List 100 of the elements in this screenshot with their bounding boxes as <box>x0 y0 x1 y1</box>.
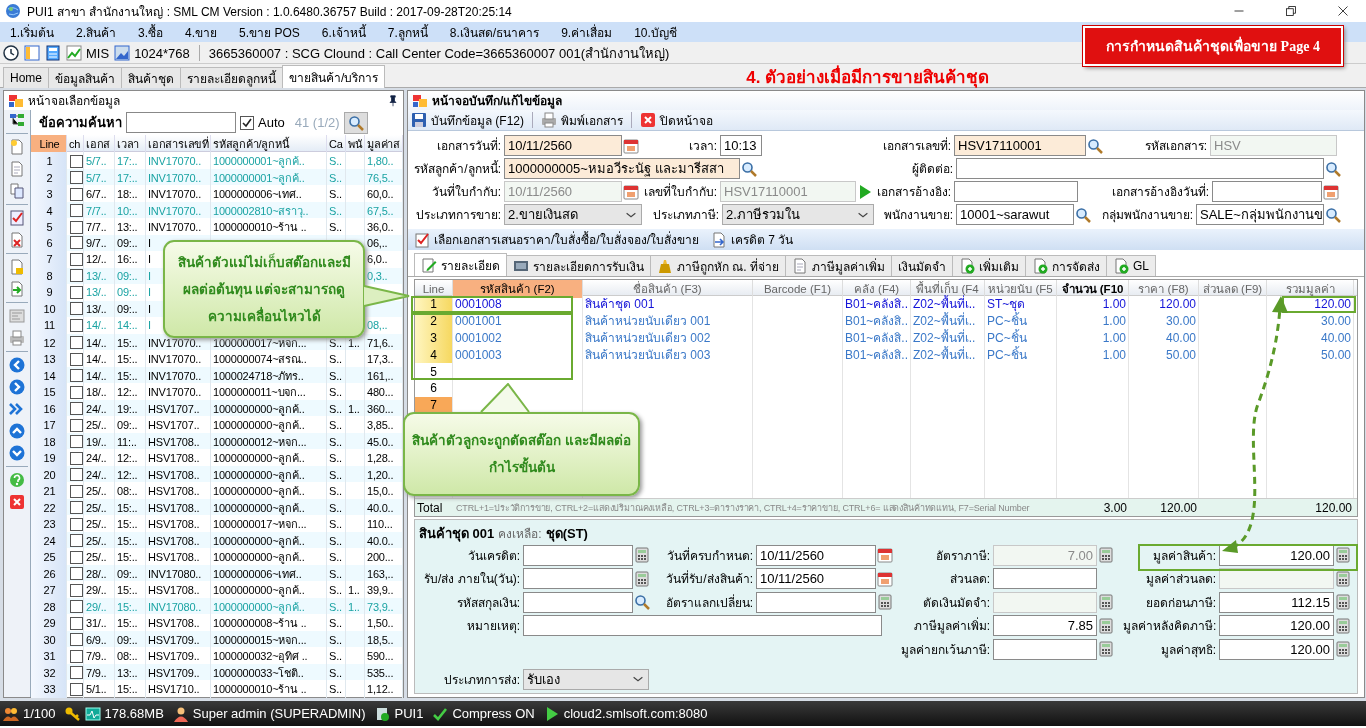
menu-item[interactable]: 7.ลูกหนี้ <box>387 22 428 42</box>
column-header[interactable]: ราคา (F8) <box>1129 280 1199 299</box>
toolbar-button[interactable]: 1024*768 <box>114 45 190 61</box>
input-field[interactable]: 10001~sarawut <box>956 204 1074 226</box>
row-checkbox[interactable] <box>69 402 83 415</box>
row-checkbox[interactable] <box>69 649 83 663</box>
tab[interactable]: Home <box>3 67 49 88</box>
row-checkbox[interactable] <box>69 682 83 696</box>
calculator-button[interactable] <box>1334 591 1352 613</box>
toolbar-button[interactable]: ปิดหน้าจอ <box>640 110 713 130</box>
menu-item[interactable]: 8.เงินสด/ธนาคาร <box>449 22 540 42</box>
input-field[interactable] <box>1212 181 1322 203</box>
calculator-button[interactable] <box>1334 568 1352 590</box>
tree-button[interactable] <box>9 112 25 128</box>
input-field[interactable]: 112.15 <box>1219 591 1334 613</box>
checklist-button[interactable] <box>9 210 25 226</box>
row-checkbox[interactable] <box>69 385 83 399</box>
row-checkbox[interactable] <box>69 616 83 630</box>
row-checkbox[interactable] <box>69 204 83 217</box>
input-field[interactable]: HSV17110001 <box>954 135 1086 157</box>
row-checkbox[interactable] <box>69 220 83 234</box>
column-header[interactable]: รหัสลูกค้า/ลูกหนี้ <box>211 135 327 153</box>
tab[interactable]: ข้อมูลสินค้า <box>48 67 122 88</box>
search-field[interactable] <box>126 112 236 133</box>
tab[interactable]: ภาษีมูลค่าเพิ่ม <box>785 255 892 277</box>
tab[interactable]: รายละเอียด <box>414 253 507 277</box>
row-checkbox[interactable] <box>69 154 83 168</box>
back-button[interactable] <box>9 357 25 373</box>
input-field[interactable]: 10:13 <box>720 135 762 157</box>
auto-checkbox[interactable]: Auto <box>240 115 285 130</box>
row-checkbox[interactable] <box>69 336 83 349</box>
input-field[interactable] <box>523 591 633 613</box>
tab[interactable]: ภาษีถูกหัก ณ. ที่จ่าย <box>650 255 786 277</box>
calculator-button[interactable] <box>1334 638 1352 660</box>
row-checkbox[interactable] <box>69 236 83 250</box>
copy-button[interactable] <box>9 183 25 199</box>
column-header[interactable]: เอกสารเลขที่ <box>146 135 211 153</box>
dropdown[interactable]: 2.ขายเงินสด <box>504 204 642 226</box>
dropdown[interactable]: 2.ภาษีรวมใน <box>722 204 874 226</box>
column-header[interactable]: รหัสสินค้า (F2) <box>453 280 583 299</box>
calculator-button[interactable] <box>1334 615 1352 637</box>
calculator-button[interactable] <box>876 591 894 613</box>
row-checkbox[interactable] <box>69 600 83 613</box>
row-checkbox[interactable] <box>69 517 83 531</box>
link-button[interactable]: เครดิต 7 วัน <box>711 230 794 250</box>
toolbar-button[interactable]: MIS <box>66 45 110 61</box>
column-header[interactable]: Ca <box>327 135 346 153</box>
input-field[interactable]: 1000000005~หมอวีระนัฐ และมารีสสา <box>504 158 740 180</box>
tab[interactable]: GL <box>1106 255 1157 277</box>
input-field[interactable]: 10/11/2560 <box>504 135 622 157</box>
input-field[interactable] <box>523 615 882 637</box>
menu-item[interactable]: 4.ขาย <box>185 22 218 42</box>
link-button[interactable]: เลือกเอกสารเสนอราคา/ใบสั่งซื้อ/ใบสั่งจอง/ใบสั่งขาย <box>414 230 699 250</box>
tab[interactable]: ขายสินค้า/บริการ <box>282 65 386 88</box>
tab[interactable]: สินค้าชุด <box>121 67 181 88</box>
calculator-button[interactable] <box>1097 615 1115 637</box>
column-header[interactable]: จำนวน (F10 <box>1057 280 1129 299</box>
import-button[interactable] <box>9 281 25 297</box>
calculator-button[interactable] <box>1097 638 1115 660</box>
tab[interactable]: รายละเอียดการรับเงิน <box>506 255 651 277</box>
input-field[interactable] <box>954 181 1078 203</box>
column-header[interactable]: มูลค่าส <box>365 135 403 153</box>
tab[interactable]: เพิ่มเติม <box>952 255 1026 277</box>
down-button[interactable] <box>9 445 25 461</box>
row-checkbox[interactable] <box>69 252 83 266</box>
row-checkbox[interactable] <box>69 418 83 432</box>
input-field[interactable]: 10/11/2560 <box>756 568 876 590</box>
menu-item[interactable]: 9.ค่าเสื่อม <box>561 22 613 42</box>
forward-button[interactable] <box>9 379 25 395</box>
column-header[interactable]: Line <box>31 135 67 153</box>
tab[interactable]: เงินมัดจำ <box>891 255 953 277</box>
row-checkbox[interactable] <box>69 484 83 498</box>
menu-item[interactable]: 2.สินค้า <box>76 22 117 42</box>
calculator-button[interactable] <box>633 544 651 566</box>
column-header[interactable]: Barcode (F1) <box>753 280 843 299</box>
input-field[interactable] <box>993 568 1097 590</box>
input-field[interactable] <box>756 591 876 613</box>
tab[interactable]: รายละเอียดลูกหนี้ <box>180 67 283 88</box>
row-checkbox[interactable] <box>69 451 83 465</box>
column-header[interactable]: เวลา <box>115 135 146 153</box>
toolbar-button[interactable]: พิมพ์เอกสาร <box>541 110 623 130</box>
input-field[interactable]: 7.85 <box>993 615 1097 637</box>
input-field[interactable] <box>523 568 633 590</box>
row-checkbox[interactable] <box>69 318 83 332</box>
clock-button[interactable] <box>3 45 19 61</box>
calculator-button[interactable] <box>633 568 651 590</box>
row-checkbox[interactable] <box>69 468 83 481</box>
dropdown[interactable]: รับเอง <box>523 669 649 690</box>
menu-item[interactable]: 5.ขาย POS <box>239 22 300 42</box>
row-checkbox[interactable] <box>69 285 83 299</box>
double-chevron-button[interactable] <box>9 401 25 417</box>
tab[interactable]: การจัดส่ง <box>1025 255 1107 277</box>
column-header[interactable]: พนั <box>346 135 365 153</box>
pin-button[interactable] <box>387 94 399 107</box>
row-checkbox[interactable] <box>69 501 83 514</box>
menu-item[interactable]: 1.เริ่มต้น <box>10 22 54 42</box>
row-checkbox[interactable] <box>69 302 83 316</box>
calculator-button[interactable] <box>1334 544 1352 566</box>
input-field[interactable] <box>956 158 1324 180</box>
calculator-button[interactable] <box>1097 591 1115 613</box>
